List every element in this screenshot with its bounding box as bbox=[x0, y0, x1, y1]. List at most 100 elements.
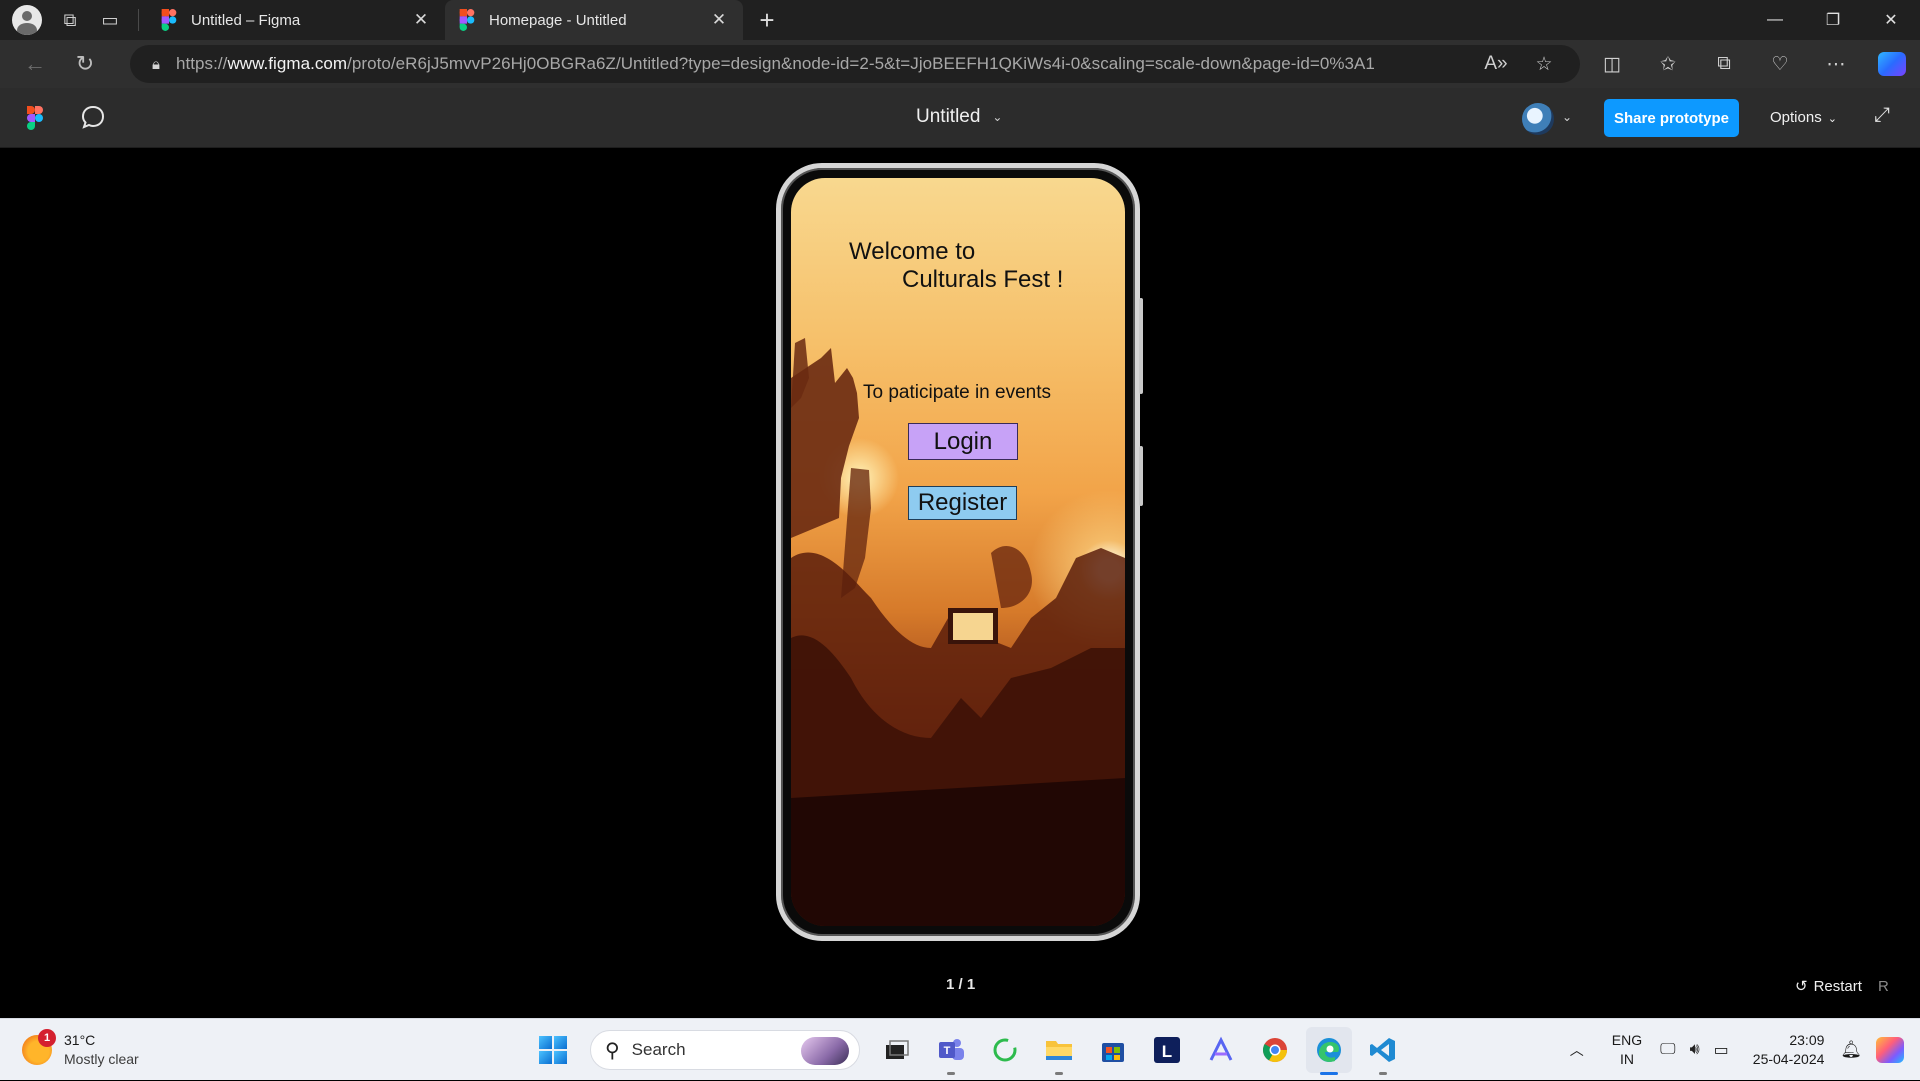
figma-favicon-icon bbox=[459, 9, 475, 31]
temperature: 31°C bbox=[64, 1032, 96, 1048]
figma-toolbar: Untitled ⌄ ⌄ Share prototype Options ⌄ ⤢ bbox=[0, 88, 1920, 148]
collections-icon[interactable]: ⧉ bbox=[1696, 53, 1752, 75]
url-field[interactable]: 🔒︎ https://www.figma.com/proto/eR6jJ5mvv… bbox=[130, 45, 1580, 83]
tab-title: Homepage - Untitled bbox=[489, 11, 627, 29]
copilot-icon[interactable] bbox=[1878, 52, 1906, 76]
tab-homepage-untitled[interactable]: Homepage - Untitled ✕ bbox=[445, 0, 743, 40]
tab-title: Untitled – Figma bbox=[191, 11, 301, 29]
restart-icon: ↺ bbox=[1795, 978, 1808, 995]
minimize-icon[interactable]: — bbox=[1746, 0, 1804, 40]
svg-text:L: L bbox=[1162, 1042, 1172, 1061]
language-line1: ENG bbox=[1611, 1032, 1643, 1048]
url-host: www.figma.com bbox=[227, 54, 348, 73]
tab-separator bbox=[138, 9, 139, 31]
taskbar-search-box[interactable]: ⚲ Search bbox=[590, 1030, 860, 1070]
restore-icon[interactable]: ❐ bbox=[1804, 0, 1862, 40]
welcome-heading-line1: Welcome to bbox=[849, 238, 976, 265]
share-prototype-button[interactable]: Share prototype bbox=[1604, 99, 1739, 137]
battery-icon[interactable]: ▭ bbox=[1714, 1040, 1729, 1060]
clock-time: 23:09 bbox=[1789, 1032, 1825, 1048]
welcome-heading-line2: Culturals Fest ! bbox=[902, 266, 1064, 293]
volume-icon[interactable]: 🔊︎ bbox=[1690, 1041, 1700, 1059]
svg-text:T: T bbox=[944, 1045, 951, 1057]
restart-shortcut: R bbox=[1877, 977, 1889, 995]
browser-essentials-icon[interactable]: ♡ bbox=[1752, 53, 1808, 76]
chrome-icon[interactable] bbox=[1252, 1027, 1298, 1073]
weather-widget[interactable]: 1 31°C Mostly clear bbox=[22, 1029, 139, 1069]
chevron-down-icon: ⌄ bbox=[992, 110, 1003, 124]
browser-toolbar-right: ◫ ✩ ⧉ ♡ ⋯ bbox=[1584, 40, 1920, 88]
figma-favicon-icon bbox=[161, 9, 177, 31]
expand-fullscreen-icon[interactable]: ⤢ bbox=[1874, 104, 1890, 127]
search-icon: ⚲ bbox=[605, 1039, 620, 1062]
options-menu-button[interactable]: Options ⌄ bbox=[1770, 109, 1837, 126]
task-view-icon[interactable] bbox=[874, 1027, 920, 1073]
microsoft-store-icon[interactable] bbox=[1090, 1027, 1136, 1073]
window-controls: — ❐ ✕ bbox=[1746, 0, 1920, 40]
vscode-icon[interactable] bbox=[1360, 1027, 1406, 1075]
document-title: Untitled bbox=[916, 106, 981, 127]
vertical-tabs-icon[interactable]: ▭ bbox=[90, 0, 130, 40]
copilot-taskbar-icon[interactable] bbox=[1876, 1037, 1904, 1063]
more-menu-icon[interactable]: ⋯ bbox=[1808, 53, 1864, 76]
back-icon[interactable]: ← bbox=[10, 40, 60, 88]
arc-app-icon[interactable] bbox=[1198, 1027, 1244, 1073]
teams-icon[interactable]: T bbox=[928, 1027, 974, 1075]
system-tray: ︿ ENG IN 🖵︎ 🔊︎ ▭ 23:09 25-04-2024 🔔︎ bbox=[1570, 1019, 1920, 1081]
participate-text: To paticipate in events bbox=[863, 382, 1052, 403]
windows-taskbar: 1 31°C Mostly clear ⚲ Search T L ︿ ENG I… bbox=[0, 1018, 1920, 1080]
register-button[interactable]: Register bbox=[908, 486, 1017, 520]
restart-button[interactable]: ↺ Restart R bbox=[1795, 977, 1889, 996]
restart-label: Restart bbox=[1813, 977, 1862, 995]
phone-side-button bbox=[1139, 446, 1143, 506]
comment-icon[interactable] bbox=[80, 104, 108, 132]
chevron-down-icon: ⌄ bbox=[1827, 113, 1837, 125]
url-prefix: https:// bbox=[176, 54, 228, 73]
phone-frame: Welcome to Culturals Fest ! To paticipat… bbox=[776, 163, 1140, 941]
login-button[interactable]: Login bbox=[908, 423, 1018, 460]
phone-side-button bbox=[1139, 298, 1143, 394]
workspaces-icon[interactable]: ⧉ bbox=[50, 0, 90, 40]
search-label: Search bbox=[631, 1040, 686, 1059]
language-indicator[interactable]: ENG IN bbox=[1612, 1031, 1642, 1069]
read-aloud-icon[interactable]: A» bbox=[1472, 53, 1520, 75]
favorites-icon[interactable]: ✩ bbox=[1640, 53, 1696, 76]
network-icon[interactable]: 🖵︎ bbox=[1660, 1041, 1675, 1059]
figma-logo-icon[interactable] bbox=[27, 106, 43, 130]
user-avatar[interactable] bbox=[1522, 103, 1554, 135]
l-app-icon[interactable]: L bbox=[1144, 1027, 1190, 1073]
weather-sun-icon: 1 bbox=[22, 1029, 56, 1065]
browser-tab-bar: ⧉ ▭ Untitled – Figma ✕ Homepage - Untitl… bbox=[0, 0, 1920, 40]
search-highlight-icon bbox=[801, 1037, 849, 1065]
split-screen-icon[interactable]: ◫ bbox=[1584, 53, 1640, 76]
file-explorer-icon[interactable] bbox=[1036, 1027, 1082, 1075]
clock-date: 25-04-2024 bbox=[1752, 1051, 1825, 1067]
chevron-up-icon[interactable]: ︿ bbox=[1570, 1040, 1584, 1060]
tab-untitled-figma[interactable]: Untitled – Figma ✕ bbox=[147, 0, 445, 40]
weather-description: Mostly clear bbox=[64, 1051, 139, 1067]
lock-icon[interactable]: 🔒︎ bbox=[136, 56, 176, 73]
prototype-screen: Welcome to Culturals Fest ! To paticipat… bbox=[791, 178, 1125, 926]
language-line2: IN bbox=[1619, 1051, 1634, 1067]
windows-start-icon[interactable] bbox=[530, 1027, 576, 1073]
notification-badge: 1 bbox=[38, 1029, 56, 1047]
document-title-menu[interactable]: Untitled ⌄ bbox=[916, 106, 1002, 128]
close-window-icon[interactable]: ✕ bbox=[1862, 0, 1920, 40]
chevron-down-icon[interactable]: ⌄ bbox=[1562, 110, 1572, 124]
edge-icon[interactable] bbox=[1306, 1027, 1352, 1075]
page-counter: 1 / 1 bbox=[946, 976, 976, 993]
new-tab-button[interactable]: + bbox=[747, 0, 787, 40]
url-text[interactable]: https://www.figma.com/proto/eR6jJ5mvvP26… bbox=[176, 54, 1472, 74]
url-path: /proto/eR6jJ5mvvP26Hj0OBGRa6Z/Untitled?t… bbox=[347, 54, 1375, 73]
taskbar-apps: ⚲ Search T L bbox=[526, 1027, 1410, 1075]
refresh-app-icon[interactable] bbox=[982, 1027, 1028, 1073]
browser-address-bar: ← ↻ 🔒︎ https://www.figma.com/proto/eR6jJ… bbox=[0, 40, 1920, 88]
refresh-icon[interactable]: ↻ bbox=[60, 40, 110, 88]
browser-profile-icon[interactable] bbox=[12, 5, 42, 35]
options-label: Options bbox=[1770, 109, 1822, 126]
clock[interactable]: 23:09 25-04-2024 bbox=[1753, 1031, 1825, 1069]
tab-close-icon[interactable]: ✕ bbox=[411, 10, 431, 30]
notification-bell-icon[interactable]: 🔔︎ bbox=[1840, 1040, 1862, 1060]
favorite-star-icon[interactable]: ☆ bbox=[1520, 53, 1568, 76]
tab-close-icon[interactable]: ✕ bbox=[709, 10, 729, 30]
